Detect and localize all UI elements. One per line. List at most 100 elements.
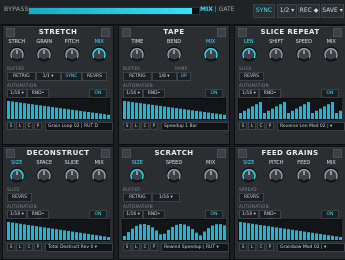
slot-s-button[interactable]: S [7, 122, 15, 130]
automation-graph[interactable] [238, 219, 342, 241]
slot-l-button[interactable]: L [16, 243, 24, 251]
slot-c-button[interactable]: C [141, 122, 149, 130]
knob-slide[interactable] [64, 167, 80, 183]
option-button[interactable]: RETRIG [7, 72, 36, 81]
random-button[interactable]: RND• All [27, 210, 49, 224]
automation-on-button[interactable]: ON [205, 89, 223, 98]
automation-graph[interactable] [6, 219, 110, 241]
knob-speed[interactable] [166, 167, 182, 183]
knob-speed[interactable] [296, 46, 312, 62]
slot-p-button[interactable]: P [34, 243, 42, 251]
automation-on-button[interactable]: ON [205, 210, 223, 219]
automation-on-button[interactable]: ON [89, 210, 107, 219]
knob-shift[interactable] [268, 46, 284, 62]
preset-selector[interactable]: Rewind Speedup | RUT ▾ [161, 243, 229, 252]
automation-graph[interactable] [122, 219, 226, 241]
slot-s-button[interactable]: S [239, 122, 247, 130]
option-button[interactable]: REVRS [7, 193, 32, 202]
slot-p-button[interactable]: P [150, 122, 158, 130]
slot-l-button[interactable]: L [132, 243, 140, 251]
knob-mix[interactable] [323, 46, 339, 62]
slot-s-button[interactable]: S [7, 243, 15, 251]
mix-slider[interactable] [28, 7, 200, 15]
preset-selector[interactable]: Grain Loop 02 | RUT D [45, 122, 113, 131]
option-button[interactable]: UP [176, 72, 191, 81]
option-button[interactable]: 1/1 ▾ [35, 72, 61, 81]
slot-l-button[interactable]: L [248, 122, 256, 130]
automation-graph[interactable] [238, 98, 342, 120]
knob-len[interactable] [241, 46, 257, 62]
knob-bend[interactable] [166, 46, 182, 62]
automation-division[interactable]: 1/16 ▾ [7, 89, 27, 98]
knob-mix[interactable] [203, 46, 219, 62]
slot-c-button[interactable]: C [257, 243, 265, 251]
knob-space[interactable] [36, 167, 52, 183]
automation-on-button[interactable]: ON [321, 89, 339, 98]
knob-strch[interactable] [9, 46, 25, 62]
slot-l-button[interactable]: L [248, 243, 256, 251]
random-button[interactable]: RND• All [259, 210, 281, 224]
slot-l-button[interactable]: L [132, 122, 140, 130]
random-button[interactable]: RND• All [143, 210, 165, 224]
knob-grain[interactable] [36, 46, 52, 62]
gate-button[interactable]: GATE [219, 6, 235, 13]
slot-c-button[interactable]: C [141, 243, 149, 251]
bypass-button[interactable]: BYPASS [4, 6, 29, 13]
sync-button[interactable]: SYNC [253, 4, 275, 18]
knob-size[interactable] [129, 167, 145, 183]
knob-label: BEND [166, 39, 182, 45]
slot-l-button[interactable]: L [16, 122, 24, 130]
option-button[interactable]: REVRS [239, 72, 264, 81]
preset-selector[interactable]: Reverse Len Mod 02 | ▾ [277, 122, 345, 131]
automation-division[interactable]: 1/16 ▾ [239, 89, 259, 98]
knob-size[interactable] [9, 167, 25, 183]
option-button[interactable]: RETRIG [123, 72, 152, 81]
preset-selector[interactable]: Speedup 1 Bar [161, 122, 229, 131]
random-button[interactable]: RND• All [27, 89, 49, 103]
automation-division[interactable]: 1/16 ▾ [239, 210, 259, 219]
knob-mix[interactable] [91, 167, 107, 183]
save-button[interactable]: SAVE ▾ [321, 4, 344, 18]
option-button[interactable]: RETRIG [123, 193, 152, 202]
knob-label: FEED [297, 160, 311, 166]
automation-on-button[interactable]: ON [321, 210, 339, 219]
automation-on-button[interactable]: ON [89, 89, 107, 98]
slot-s-button[interactable]: S [123, 122, 131, 130]
slot-c-button[interactable]: C [257, 122, 265, 130]
knob-mix[interactable] [91, 46, 107, 62]
knob-mix[interactable] [203, 167, 219, 183]
random-button[interactable]: RND• All [259, 89, 281, 103]
slot-c-button[interactable]: C [25, 243, 33, 251]
slot-p-button[interactable]: P [266, 122, 274, 130]
automation-graph[interactable] [6, 98, 110, 120]
knob-label: SIZE [243, 160, 255, 166]
automation-division[interactable]: 1/16 ▾ [7, 210, 27, 219]
slot-s-button[interactable]: S [123, 243, 131, 251]
slot-c-button[interactable]: C [25, 122, 33, 130]
section-label: SLICE [7, 187, 20, 192]
knob-pitch[interactable] [268, 167, 284, 183]
knob-feed[interactable] [296, 167, 312, 183]
knob-label: SPEED [165, 160, 183, 166]
automation-graph[interactable] [122, 98, 226, 120]
option-button[interactable]: 1/16 ▾ [151, 193, 181, 202]
option-button[interactable]: 1/8 ▾ [151, 72, 177, 81]
automation-division[interactable]: 1/16 ▾ [123, 210, 143, 219]
knob-size[interactable] [241, 167, 257, 183]
knob-pitch[interactable] [64, 46, 80, 62]
preset-selector[interactable]: Grainbow Mod 02 | ▾ [277, 243, 345, 252]
random-button[interactable]: RND• All [143, 89, 165, 103]
slot-s-button[interactable]: S [239, 243, 247, 251]
automation-division[interactable]: 1/16 ▾ [123, 89, 143, 98]
division-dropdown[interactable]: 1/2 ▾ [277, 4, 297, 18]
option-button[interactable]: SYNC [60, 72, 82, 81]
option-button[interactable]: REVRS [82, 72, 107, 81]
knob-time[interactable] [129, 46, 145, 62]
slot-p-button[interactable]: P [150, 243, 158, 251]
slot-p-button[interactable]: P [34, 122, 42, 130]
knob-mix[interactable] [323, 167, 339, 183]
preset-selector[interactable]: Total Destruct Rev 0 ▾ [45, 243, 113, 252]
slot-p-button[interactable]: P [266, 243, 274, 251]
rec-button[interactable]: REC ◆ [298, 4, 320, 18]
option-button[interactable]: REVRS [239, 193, 264, 202]
